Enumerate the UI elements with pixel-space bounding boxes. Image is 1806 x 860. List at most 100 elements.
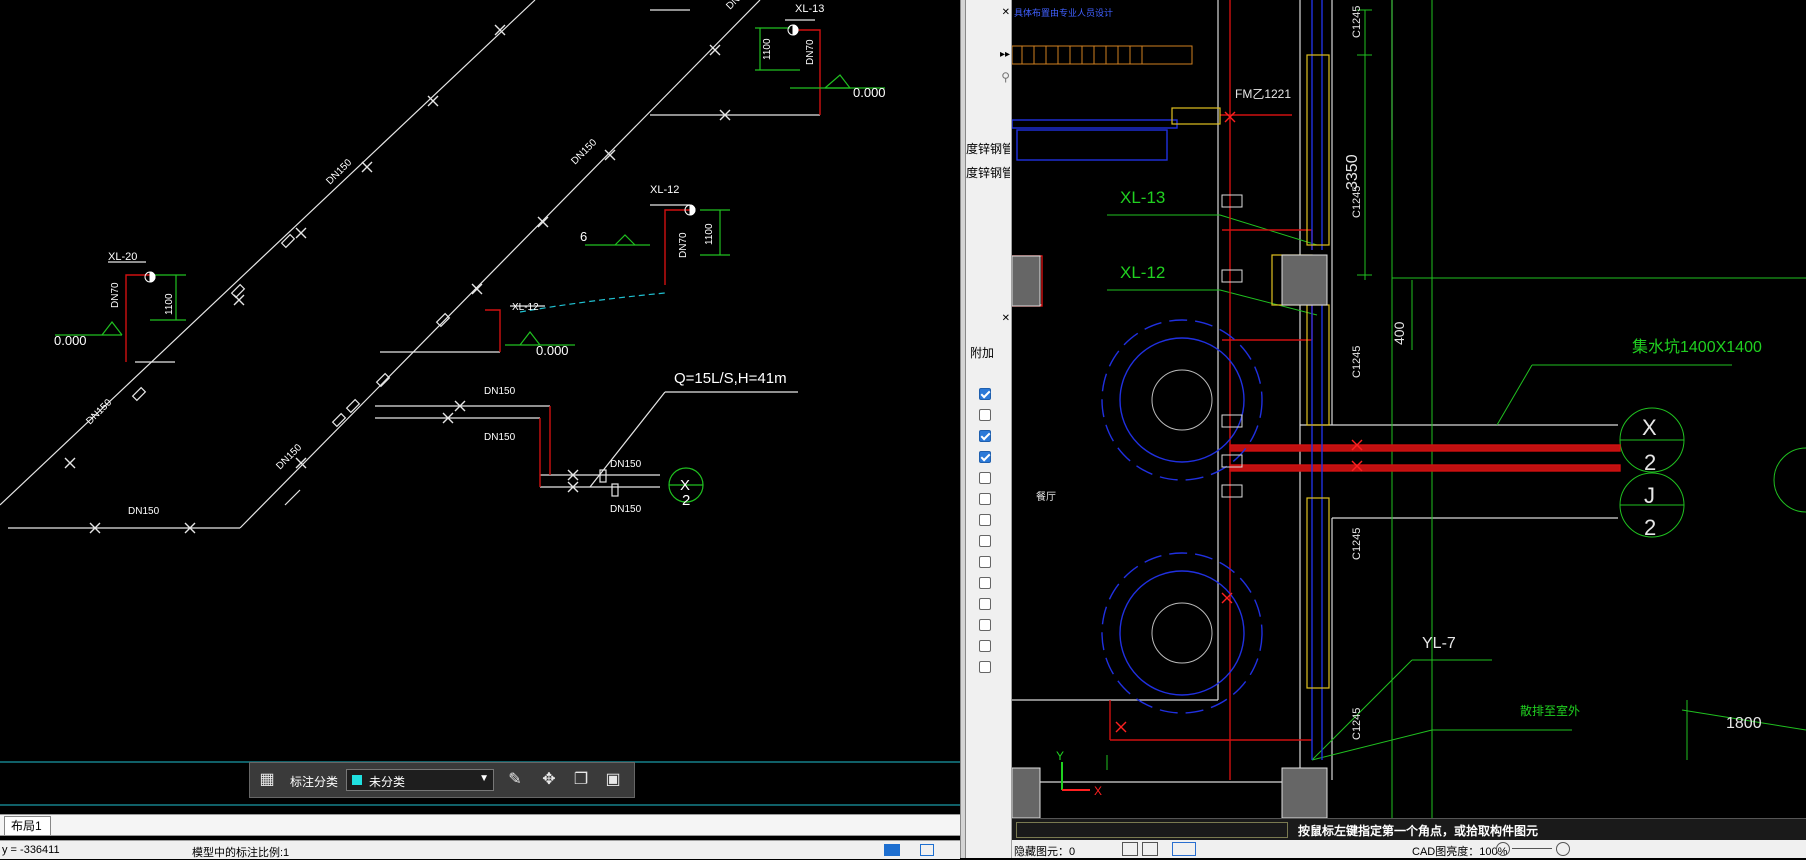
label-xl12: XL-12 xyxy=(1120,263,1165,282)
zoom-out-icon[interactable] xyxy=(1496,842,1510,856)
edit-icon[interactable]: ✎ xyxy=(506,771,524,789)
right-cad-canvas[interactable]: FM乙1221 XL-13 XL-12 3350 400 C1245 C1245… xyxy=(1012,0,1806,820)
layer-checkbox[interactable] xyxy=(979,430,991,442)
level-0a: 0.000 xyxy=(853,85,886,100)
label-c1245-b: C1245 xyxy=(1351,186,1363,218)
brightness-slider[interactable] xyxy=(1512,848,1552,849)
layer-checkbox[interactable] xyxy=(979,535,991,547)
category-value: 未分类 xyxy=(369,775,406,789)
floor-plan: FM乙1221 XL-13 XL-12 3350 400 C1245 C1245… xyxy=(1012,0,1806,820)
label-dn150-g: DN150 xyxy=(569,137,599,167)
label-outlet: 散排至室外 xyxy=(1520,703,1580,718)
command-prompt: 按鼠标左键指定第一个角点，或拾取构件图元 xyxy=(1298,824,1539,838)
search-icon[interactable]: ⚲ xyxy=(966,68,1010,86)
label-xl13: XL-13 xyxy=(1120,188,1165,207)
panel-icon[interactable] xyxy=(920,844,934,856)
property-side-panel: ✕ ▸▸ ⚲ 度锌钢管 度锌钢管 ✕ 附加 xyxy=(966,0,1012,858)
dim-1100-b: 1100 xyxy=(704,223,715,245)
layer-checkbox[interactable] xyxy=(979,514,991,526)
category-color-swatch xyxy=(352,775,362,785)
list-item[interactable]: 度锌钢管 xyxy=(966,140,1010,158)
circle-x-top: X xyxy=(1642,415,1657,440)
dim-1100-a: 1100 xyxy=(762,38,773,60)
level-0b: 0.000 xyxy=(536,343,569,358)
label-dn150-e: DN150 xyxy=(610,504,642,515)
label-dn150-i: DN150 xyxy=(84,397,114,427)
label-dn150-d: DN150 xyxy=(610,459,642,470)
axis-y-label: Y xyxy=(1056,749,1064,763)
label-dn70-a: DN70 xyxy=(805,39,816,65)
command-line[interactable]: 按鼠标左键指定第一个角点，或拾取构件图元 xyxy=(1012,818,1806,841)
label-dn150-b: DN150 xyxy=(484,386,516,397)
layer-checkbox[interactable] xyxy=(979,577,991,589)
label-dn70-b: DN70 xyxy=(678,232,689,258)
section-label: 附加 xyxy=(970,346,995,360)
label-xl13: XL-13 xyxy=(795,3,824,15)
layer-checkbox[interactable] xyxy=(979,493,991,505)
flow-label: Q=15L/S,H=41m xyxy=(674,370,787,387)
command-input[interactable] xyxy=(1016,822,1288,838)
axis-x-label: X xyxy=(1094,784,1102,798)
annotation-toolbar: ▦ 标注分类 未分类 ▼ ✎ ✥ ❐ ▣ xyxy=(249,762,635,798)
copy-icon[interactable]: ❐ xyxy=(572,771,590,789)
label-hall: 餐厅 xyxy=(1036,490,1056,503)
dim-400: 400 xyxy=(1391,321,1407,345)
label-yl7: YL-7 xyxy=(1422,635,1456,652)
label-xl20: XL-20 xyxy=(108,251,137,263)
layer-checkbox[interactable] xyxy=(979,556,991,568)
layer-checkbox[interactable] xyxy=(979,409,991,421)
layer-checkbox[interactable] xyxy=(979,451,991,463)
label-c1245-c: C1245 xyxy=(1351,346,1363,378)
snap-icon[interactable] xyxy=(1142,842,1158,856)
label-c1245-e: C1245 xyxy=(1351,708,1363,740)
circle-2: 2 xyxy=(682,492,690,509)
cad-brightness: CAD图亮度：100% xyxy=(1412,846,1508,858)
layout-tabbar: 布局1 xyxy=(0,814,960,836)
hidden-count: 隐藏图元：0 xyxy=(1014,846,1076,858)
label-pit: 集水坑1400X1400 xyxy=(1632,338,1762,356)
grid-icon[interactable]: ▦ xyxy=(258,771,276,789)
expand-icon[interactable]: ▸▸ xyxy=(966,46,1010,64)
paste-icon[interactable]: ▣ xyxy=(604,771,622,789)
window-select-icon[interactable] xyxy=(1172,842,1196,856)
layer-checkbox[interactable] xyxy=(979,661,991,673)
category-select[interactable]: 未分类 ▼ xyxy=(346,769,494,791)
label-c1245-d: C1245 xyxy=(1351,528,1363,560)
right-status-bar: 隐藏图元：0 CAD图亮度：100% xyxy=(1012,840,1806,858)
move-icon[interactable]: ✥ xyxy=(540,771,558,789)
circle-j-bot: 2 xyxy=(1644,515,1656,540)
coord-readout: y = -336411 xyxy=(2,844,60,856)
select-icon[interactable] xyxy=(1122,842,1138,856)
tab-layout1[interactable]: 布局1 xyxy=(4,816,51,835)
level-0c: 0.000 xyxy=(54,333,87,348)
close-icon[interactable]: ✕ xyxy=(966,310,1010,328)
layer-checkbox[interactable] xyxy=(979,619,991,631)
layer-checkbox[interactable] xyxy=(979,388,991,400)
label-dn150-c: DN150 xyxy=(484,432,516,443)
label-xl12: XL-12 xyxy=(650,184,679,196)
dim-1800: 1800 xyxy=(1726,715,1762,732)
label-top-note: 具体布置由专业人员设计 xyxy=(1014,7,1113,18)
left-cad-canvas[interactable]: XL-13 XL-12 XL-20 XL-12 0.000 0.000 0.00… xyxy=(0,0,960,858)
label-dn70-c: DN70 xyxy=(110,282,121,308)
dim-1100-c: 1100 xyxy=(164,293,175,315)
close-icon[interactable]: ✕ xyxy=(966,4,1010,22)
layer-checkbox[interactable] xyxy=(979,598,991,610)
circle-x-bot: 2 xyxy=(1644,450,1656,475)
label-dn150-f: DN150 xyxy=(324,157,354,187)
label-c1245-a: C1245 xyxy=(1351,6,1363,38)
list-item[interactable]: 度锌钢管 xyxy=(966,164,1010,182)
dim-3350: 3350 xyxy=(1344,154,1361,190)
level-6: 6 xyxy=(580,229,587,244)
label-fm: FM乙1221 xyxy=(1235,87,1291,101)
category-label: 标注分类 xyxy=(290,775,339,789)
system-diagram: XL-13 XL-12 XL-20 XL-12 0.000 0.000 0.00… xyxy=(0,0,960,806)
zoom-in-icon[interactable] xyxy=(1556,842,1570,856)
chevron-down-icon: ▼ xyxy=(479,773,489,784)
layer-checkbox[interactable] xyxy=(979,472,991,484)
label-dn150-a: DN150 xyxy=(128,506,160,517)
left-status-bar: y = -336411 模型中的标注比例:1 xyxy=(0,840,960,859)
mode-icon[interactable] xyxy=(884,844,900,856)
layer-checkbox[interactable] xyxy=(979,640,991,652)
circle-j-top: J xyxy=(1644,483,1655,508)
